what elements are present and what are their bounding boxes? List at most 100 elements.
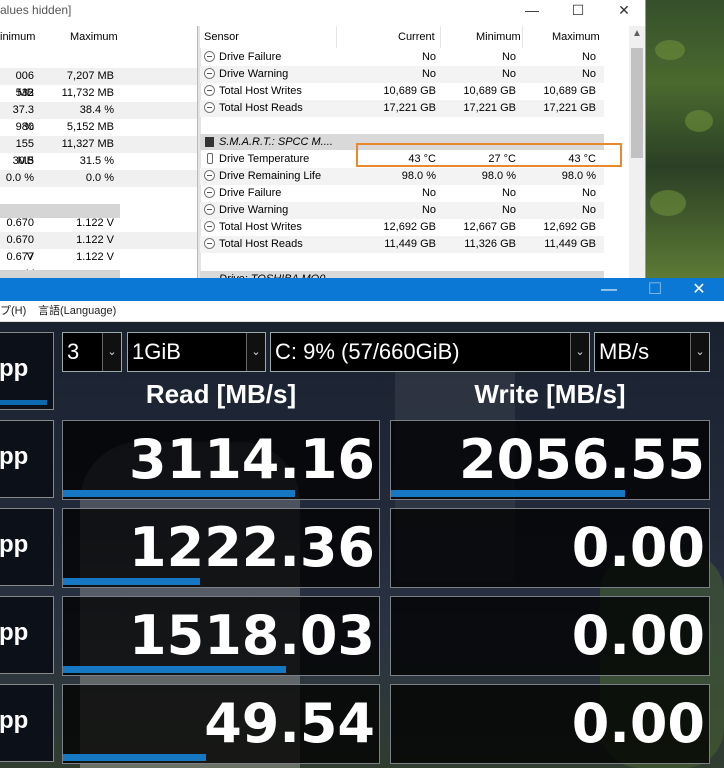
column-header-maximum[interactable]: Maximum bbox=[552, 31, 600, 43]
left-sensor-row[interactable]: 532 MB11,732 MB bbox=[0, 85, 197, 116]
sensor-row[interactable]: Total Host Writes 12,692 GB 12,667 GB 12,69… bbox=[200, 219, 604, 236]
sensor-max-value: 11,449 GB bbox=[544, 238, 596, 250]
max-value: 0.0 % bbox=[85, 172, 114, 184]
read-speed-bar bbox=[63, 666, 286, 673]
minimize-button[interactable]: — bbox=[586, 278, 632, 301]
minimize-button[interactable]: — bbox=[509, 0, 555, 22]
sensor-row[interactable]: Drive Remaining Life 98.0 % 98.0 % 98.0 % bbox=[200, 168, 604, 185]
scrollbar-thumb[interactable] bbox=[631, 48, 643, 158]
sensor-row[interactable]: Drive Failure No No No bbox=[200, 49, 604, 66]
read-column-header: Read [MB/s] bbox=[145, 379, 297, 409]
foliage bbox=[655, 40, 685, 60]
sensor-status-icon bbox=[204, 85, 215, 96]
thermometer-icon bbox=[207, 153, 213, 164]
sensor-label: Drive Warning bbox=[219, 68, 289, 80]
left-sensor-row[interactable]: 30.5 %31.5 % bbox=[0, 153, 197, 184]
scroll-up-icon[interactable]: ▲ bbox=[632, 28, 642, 39]
left-sensor-row[interactable]: 0.677 V1.122 V bbox=[0, 249, 197, 280]
sensor-row[interactable]: Drive Warning No No No bbox=[200, 66, 604, 83]
sensor-max-value: 10,689 GB bbox=[543, 85, 596, 97]
sensor-cur-value: 12,692 GB bbox=[383, 221, 436, 233]
section-title: Drive: TOSHIBA MQ0 bbox=[219, 271, 325, 278]
chevron-down-icon: ⌄ bbox=[570, 333, 589, 371]
sensor-min-value: 12,667 GB bbox=[463, 221, 516, 233]
maximize-button[interactable]: ☐ bbox=[632, 278, 678, 301]
read-speed-value: 3114.16 bbox=[129, 428, 375, 491]
max-value: 11,327 MB bbox=[61, 138, 114, 150]
drive-chip-icon bbox=[205, 137, 214, 147]
min-value: 0.0 % bbox=[5, 172, 34, 184]
foliage bbox=[685, 110, 713, 132]
foliage bbox=[650, 190, 686, 216]
section-title: S.M.A.R.T.: SPCC M.... bbox=[219, 136, 333, 148]
left-sensor-row[interactable]: 980 MB5,152 MB bbox=[0, 119, 197, 150]
max-value: 1.122 V bbox=[76, 251, 114, 263]
column-header-sensor[interactable]: Sensor bbox=[204, 31, 239, 43]
section-header[interactable]: Drive: TOSHIBA MQ0 bbox=[200, 271, 604, 278]
unit-select[interactable]: MB/s ⌄ bbox=[594, 332, 710, 372]
column-separator[interactable] bbox=[522, 26, 523, 48]
test-size-select[interactable]: 1GiB ⌄ bbox=[127, 332, 266, 372]
sensor-label: Drive Warning bbox=[219, 204, 289, 216]
left-sensor-row[interactable]: 155 MB 11,327 MB bbox=[0, 136, 197, 167]
sensor-min-value: 11,326 GB bbox=[464, 238, 516, 250]
column-separator[interactable] bbox=[336, 26, 337, 48]
sensor-status-icon bbox=[204, 51, 215, 62]
column-header-current[interactable]: Current bbox=[398, 31, 435, 43]
sensor-row[interactable]: Total Host Reads 17,221 GB 17,221 GB 17,221… bbox=[200, 100, 604, 117]
write-speed-value: 0.00 bbox=[571, 604, 705, 667]
progress-bar bbox=[0, 400, 47, 405]
read-speed-value: 1222.36 bbox=[129, 516, 375, 579]
vertical-scrollbar[interactable]: ▲ bbox=[629, 26, 645, 278]
sensor-row[interactable]: Total Host Writes 10,689 GB 10,689 GB 10,68… bbox=[200, 83, 604, 100]
max-value: 31.5 % bbox=[79, 155, 114, 167]
sensor-cur-value: No bbox=[421, 187, 436, 199]
sensor-max-value: 12,692 GB bbox=[543, 221, 596, 233]
close-button[interactable]: ✕ bbox=[601, 0, 647, 22]
max-value: 11,732 MB bbox=[61, 87, 114, 99]
left-sensor-row[interactable]: 006 MB 7,207 MB bbox=[0, 68, 197, 99]
write-column-header: Write [MB/s] bbox=[474, 379, 626, 409]
sensor-cur-value: 11,449 GB bbox=[384, 238, 436, 250]
sensor-row[interactable]: Drive Warning No No No bbox=[200, 202, 604, 219]
sensor-row[interactable]: Total Host Reads 11,449 GB 11,326 GB 11,449… bbox=[200, 236, 604, 253]
sensor-cur-value: No bbox=[421, 204, 436, 216]
sensor-cur-value: 17,221 GB bbox=[383, 102, 436, 114]
test-button-2[interactable]: pp bbox=[0, 508, 54, 586]
column-header-minimum[interactable]: inimum bbox=[0, 26, 35, 48]
benchmark-panel: pp pp pp pp pp 3 ⌄ 1GiB ⌄ C: 9% (57/660GiB… bbox=[0, 322, 724, 768]
drive-select[interactable]: C: 9% (57/660GiB) ⌄ bbox=[270, 332, 590, 372]
sensor-status-icon bbox=[204, 238, 215, 249]
menu-item-help[interactable]: プ(H) bbox=[0, 301, 26, 321]
sensor-min-value: No bbox=[501, 51, 516, 63]
column-separator[interactable] bbox=[440, 26, 441, 48]
sensor-cur-value: 98.0 % bbox=[401, 170, 436, 182]
desktop-background bbox=[645, 0, 724, 278]
sensor-row[interactable]: Drive Failure No No No bbox=[200, 185, 604, 202]
sensor-status-icon bbox=[204, 102, 215, 113]
sensor-min-value: No bbox=[501, 204, 516, 216]
menu-item-language[interactable]: 言語(Language) bbox=[38, 301, 116, 321]
sensor-min-value: No bbox=[501, 68, 516, 80]
test-button-1[interactable]: pp bbox=[0, 420, 54, 498]
column-header-maximum[interactable]: Maximum bbox=[70, 26, 118, 48]
sensor-min-value: 98.0 % bbox=[481, 170, 516, 182]
write-speed-value: 2056.55 bbox=[459, 428, 705, 491]
sensor-label: Drive Failure bbox=[219, 51, 282, 63]
left-sensor-row[interactable]: 0.0 % 0.0 % bbox=[0, 170, 197, 187]
sensor-max-value: No bbox=[581, 187, 596, 199]
highlight-box bbox=[356, 143, 622, 167]
test-button-4[interactable]: pp bbox=[0, 684, 54, 762]
left-sensor-row[interactable]: 0.670 V1.122 V bbox=[0, 232, 197, 263]
left-sensor-row[interactable]: 37.3 % 38.4 % bbox=[0, 102, 197, 133]
close-button[interactable]: ✕ bbox=[676, 278, 722, 301]
sensor-label: Drive Remaining Life bbox=[219, 170, 322, 182]
window-title: alues hidden] bbox=[0, 3, 72, 17]
test-all-button[interactable]: pp bbox=[0, 332, 54, 410]
sensor-status-icon bbox=[204, 204, 215, 215]
column-header-minimum[interactable]: Minimum bbox=[476, 31, 521, 43]
maximize-button[interactable]: ☐ bbox=[555, 0, 601, 22]
test-button-3[interactable]: pp bbox=[0, 596, 54, 674]
sensor-max-value: No bbox=[581, 68, 596, 80]
test-count-select[interactable]: 3 ⌄ bbox=[62, 332, 122, 372]
